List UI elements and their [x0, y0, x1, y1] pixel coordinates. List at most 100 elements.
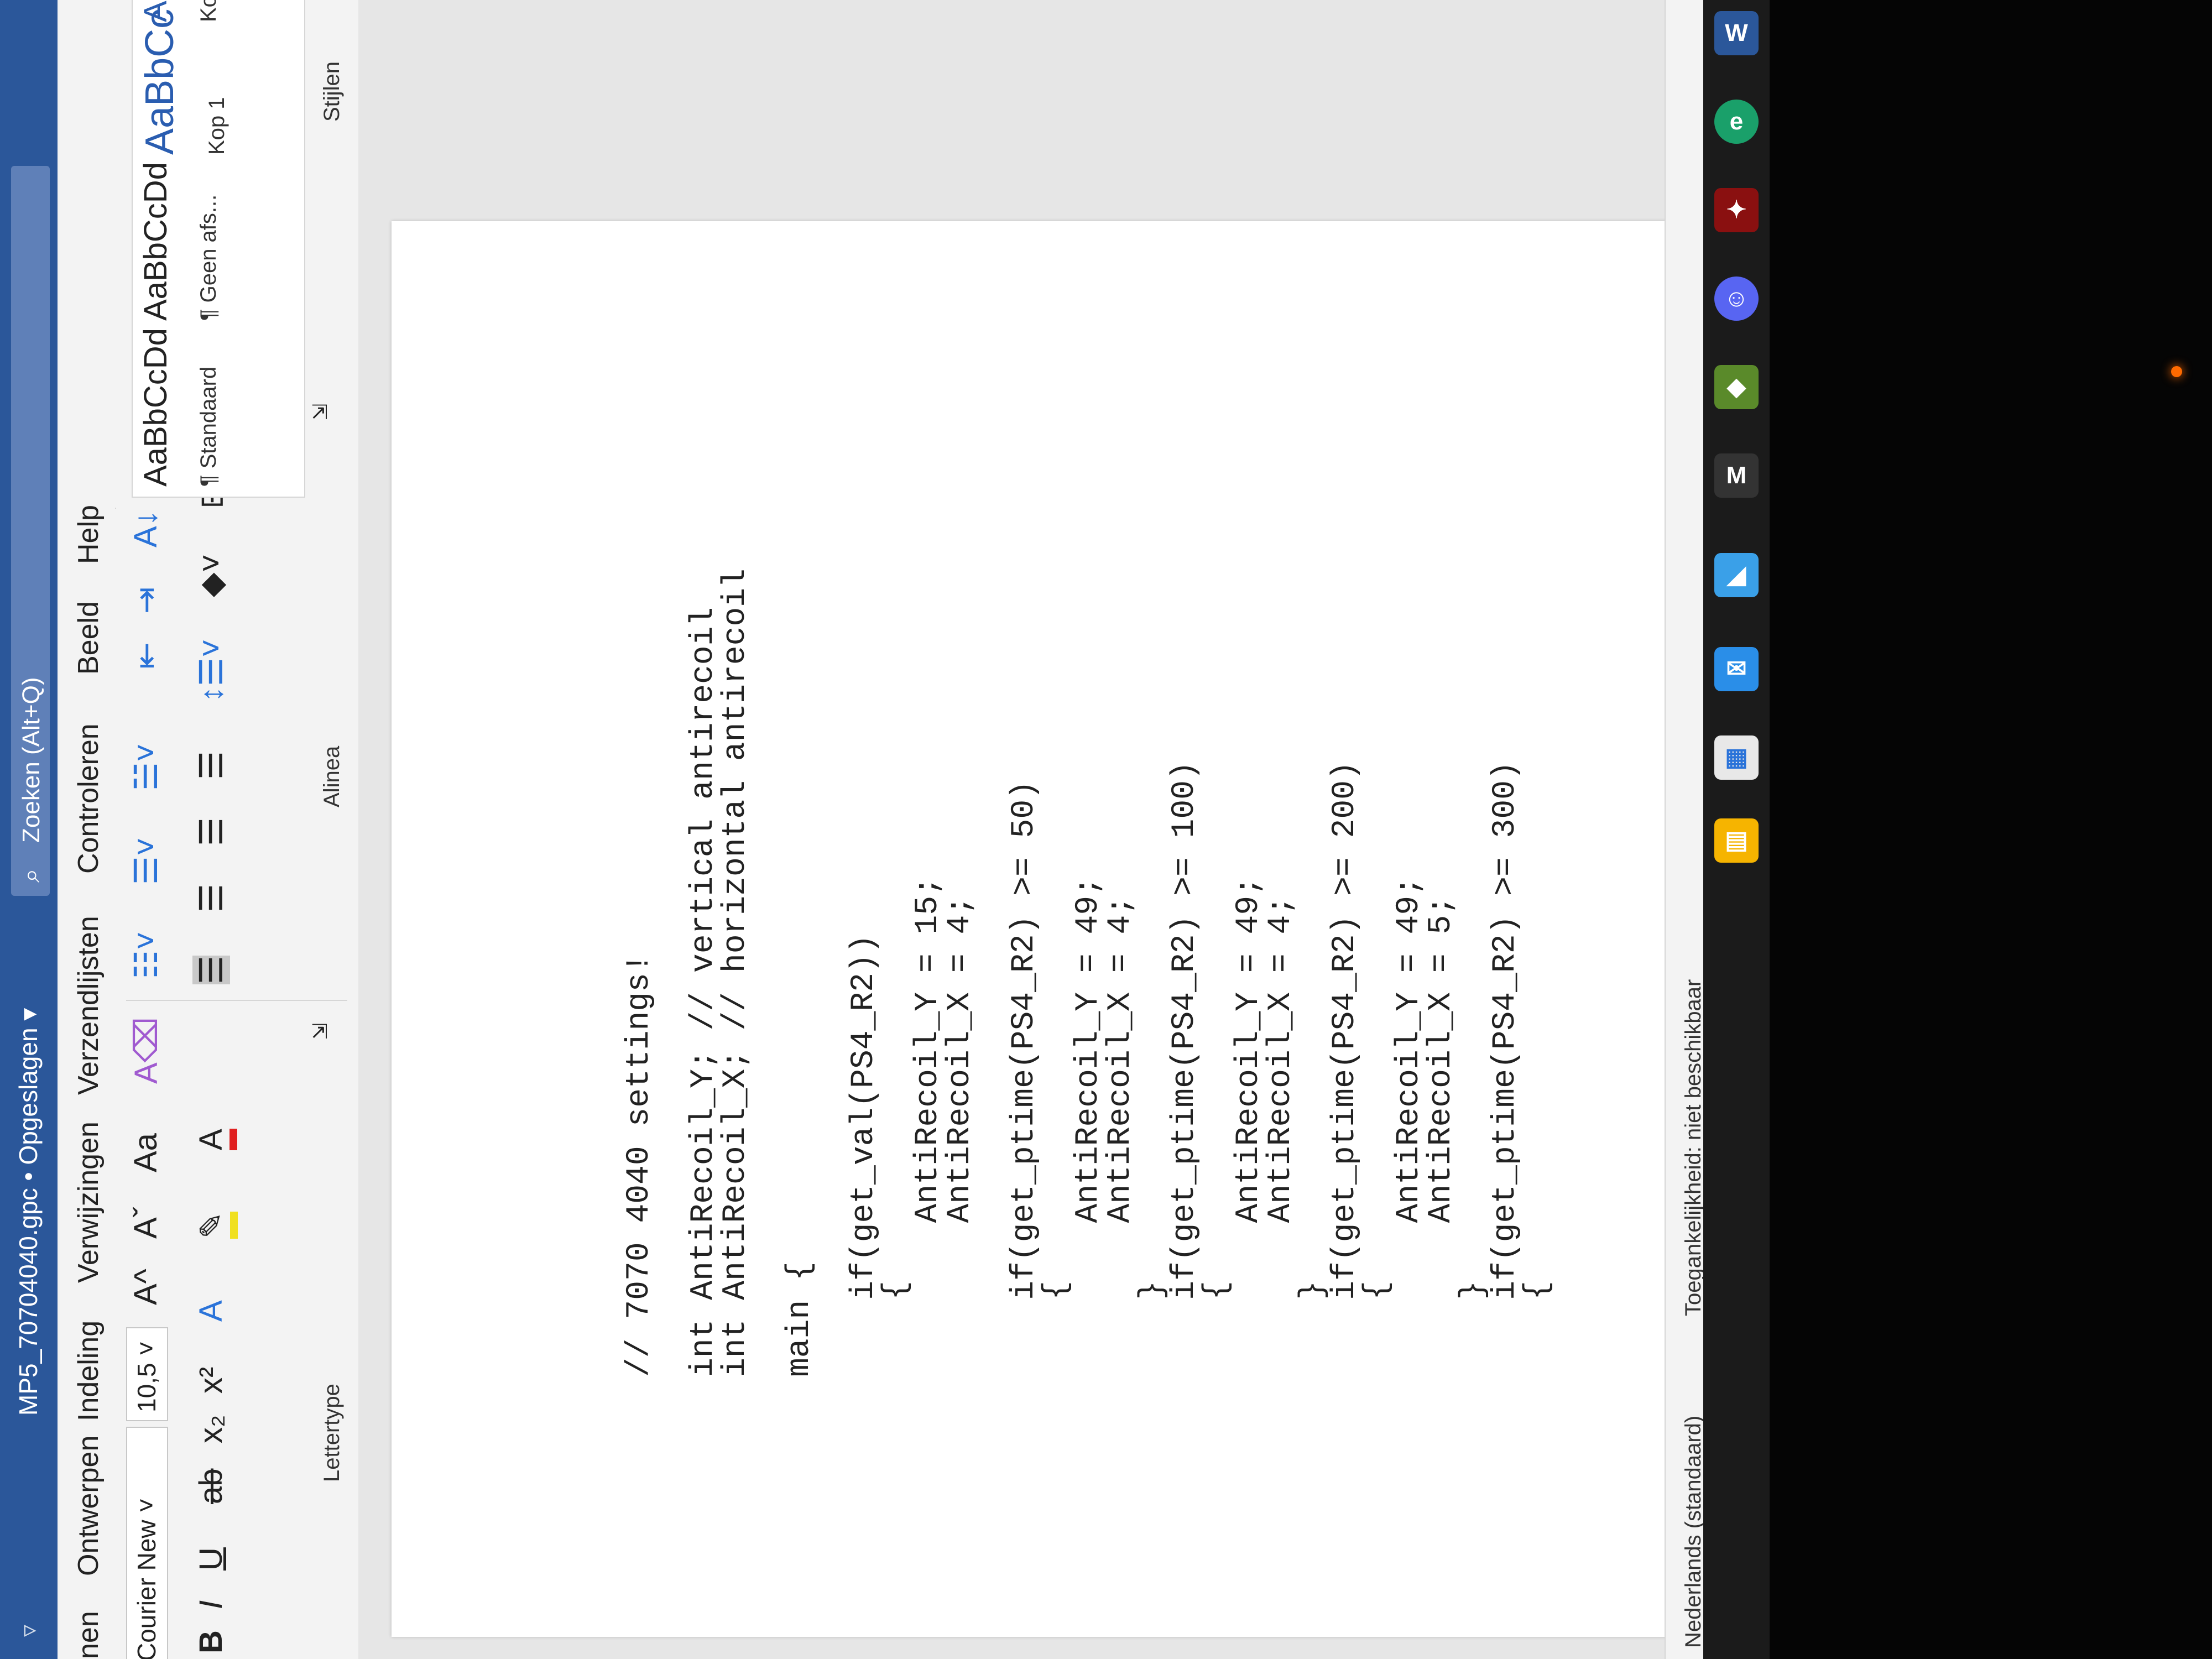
tab-help[interactable]: Help: [72, 505, 105, 564]
code-line[interactable]: if(get_ptime(PS4_R2) >= 100): [1167, 568, 1203, 1377]
superscript-button[interactable]: x²: [192, 1367, 229, 1394]
document-title[interactable]: MP5_70704040.gpc • Opgeslagen ▾: [13, 1008, 43, 1416]
mail-icon[interactable]: ✉: [1714, 647, 1759, 691]
decrease-indent-icon[interactable]: ⇤: [127, 642, 165, 669]
style-geen-afstand[interactable]: AaBbCcDd ¶ Geen afs...: [137, 162, 298, 321]
monitor-screen: ▿ MP5_70704040.gpc • Opgeslagen ▾ ⌕ Zoek…: [0, 0, 1725, 1659]
app-icon[interactable]: ◢: [1714, 553, 1759, 597]
code-line[interactable]: {: [1199, 568, 1235, 1377]
title-bar: ▿ MP5_70704040.gpc • Opgeslagen ▾ ⌕ Zoek…: [0, 0, 58, 1659]
tab-verwijzingen[interactable]: Verwijzingen: [72, 1121, 105, 1283]
shading-icon[interactable]: ◆˅: [192, 554, 230, 597]
code-line[interactable]: AntiRecoil_Y = 49;: [1071, 568, 1107, 1377]
code-line[interactable]: [977, 568, 1009, 1377]
search-box[interactable]: ⌕ Zoeken (Alt+Q): [11, 166, 50, 896]
ribbon-tabs: nen Ontwerpen Indeling Verwijzingen Verz…: [58, 0, 115, 1659]
code-line[interactable]: AntiRecoil_Y = 15;: [910, 568, 946, 1377]
code-line[interactable]: if(get_ptime(PS4_R2) >= 200): [1327, 568, 1363, 1377]
style-label: Kop: [196, 0, 221, 22]
shrink-font-button[interactable]: Aˇ: [127, 1207, 164, 1239]
clear-formatting-icon[interactable]: A⌫: [127, 1017, 165, 1084]
strikethrough-button[interactable]: ab: [192, 1468, 229, 1504]
multilevel-list-icon[interactable]: ☱˅: [127, 743, 165, 791]
code-line[interactable]: {: [1359, 568, 1395, 1377]
code-line[interactable]: }: [1135, 568, 1171, 1377]
line-spacing-icon[interactable]: ↕☰˅: [192, 639, 230, 702]
store-icon[interactable]: ▦: [1714, 735, 1759, 780]
grow-font-button[interactable]: A^: [127, 1269, 164, 1305]
code-line[interactable]: // 7070 4040 settings!: [622, 568, 658, 1377]
code-line[interactable]: [816, 568, 848, 1377]
tab-beeld[interactable]: Beeld: [72, 601, 105, 675]
game-app-icon[interactable]: ✦: [1714, 188, 1759, 232]
code-line[interactable]: main {: [782, 568, 818, 1377]
style-preview: AaBbCcDd: [138, 162, 174, 321]
accessibility-status[interactable]: Toegankelijkheid: niet beschikbaar: [1681, 979, 1706, 1316]
code-line[interactable]: }: [1455, 568, 1491, 1377]
search-icon: ⌕: [16, 868, 45, 883]
document-text[interactable]: // 7070 4040 settings! int AntiRecoil_Y;…: [622, 568, 1556, 1377]
code-line[interactable]: AntiRecoil_Y = 49;: [1391, 568, 1427, 1377]
minecraft-icon[interactable]: ◆: [1714, 365, 1759, 409]
tab-start[interactable]: nen: [72, 1611, 105, 1659]
tab-verzendlijsten[interactable]: Verzendlijsten: [72, 916, 105, 1095]
discord-icon[interactable]: ☺: [1714, 276, 1759, 321]
style-kop[interactable]: AaBb Kop: [137, 0, 298, 22]
font-name-value: Courier New: [132, 1520, 161, 1659]
paragraph-dialog-launcher-icon[interactable]: ⇲: [309, 404, 332, 420]
tab-controleren[interactable]: Controleren: [72, 723, 105, 874]
code-line[interactable]: {: [1039, 568, 1074, 1377]
code-line[interactable]: }: [1295, 568, 1331, 1377]
italic-button[interactable]: I: [192, 1600, 229, 1609]
group-paragraph-label: Alinea: [320, 745, 344, 807]
code-line[interactable]: {: [878, 568, 914, 1377]
style-kop-1[interactable]: AaBbCc Kop 1: [137, 9, 298, 155]
code-line[interactable]: int AntiRecoil_Y; // vertical antirecoil: [686, 568, 722, 1377]
code-line[interactable]: [656, 568, 688, 1377]
word-icon[interactable]: W: [1714, 11, 1759, 55]
tab-ontwerpen[interactable]: Ontwerpen: [72, 1436, 105, 1576]
align-right-icon[interactable]: ☰: [192, 817, 230, 846]
bm-app-icon[interactable]: M: [1714, 453, 1759, 498]
language-status[interactable]: Nederlands (standaard): [1681, 1416, 1706, 1648]
justify-icon[interactable]: ☰: [192, 751, 230, 780]
quick-access-icon[interactable]: ▿: [14, 1625, 43, 1637]
file-explorer-icon[interactable]: ▤: [1714, 818, 1759, 863]
align-left-icon[interactable]: ☰: [192, 956, 230, 984]
code-line[interactable]: int AntiRecoil_X; // horizontal antireco…: [718, 568, 754, 1377]
code-line[interactable]: AntiRecoil_X = 4;: [1263, 568, 1299, 1377]
highlight-icon[interactable]: ✎: [192, 1212, 238, 1239]
font-color-button[interactable]: A: [192, 1129, 237, 1150]
document-page[interactable]: // 7070 4040 settings! int AntiRecoil_Y;…: [392, 221, 1719, 1637]
code-line[interactable]: [752, 568, 784, 1377]
photo-frame: ▿ MP5_70704040.gpc • Opgeslagen ▾ ⌕ Zoek…: [0, 0, 2212, 1659]
style-standaard[interactable]: AaBbCcDd ¶ Standaard: [137, 328, 298, 487]
code-line[interactable]: AntiRecoil_X = 4;: [942, 568, 978, 1377]
tab-indeling[interactable]: Indeling: [72, 1321, 105, 1421]
edge-icon[interactable]: e: [1714, 100, 1759, 144]
code-line[interactable]: AntiRecoil_X = 5;: [1423, 568, 1459, 1377]
underline-button[interactable]: U: [192, 1547, 229, 1571]
search-placeholder: Zoeken (Alt+Q): [18, 677, 45, 843]
bold-button[interactable]: B: [192, 1630, 229, 1653]
code-line[interactable]: if(get_val(PS4_R2)): [846, 568, 882, 1377]
code-line[interactable]: if(get_ptime(PS4_R2) >= 300): [1488, 568, 1524, 1377]
code-line[interactable]: {: [1520, 568, 1556, 1377]
sort-icon[interactable]: A↓: [127, 510, 164, 547]
increase-indent-icon[interactable]: ⇥: [127, 587, 165, 614]
code-line[interactable]: AntiRecoil_X = 4;: [1103, 568, 1139, 1377]
font-size-select[interactable]: 10,5 ˅: [126, 1327, 168, 1421]
change-case-button[interactable]: Aa: [127, 1133, 164, 1172]
align-center-icon[interactable]: ☰: [192, 884, 230, 912]
code-line[interactable]: if(get_ptime(PS4_R2) >= 50): [1006, 568, 1042, 1377]
text-effects-button[interactable]: A: [192, 1300, 229, 1322]
bullets-icon[interactable]: ☷˅: [127, 931, 165, 979]
font-dialog-launcher-icon[interactable]: ⇲: [309, 1023, 332, 1040]
document-area: // 7070 4040 settings! int AntiRecoil_Y;…: [358, 0, 1719, 1659]
subscript-button[interactable]: x₂: [192, 1415, 229, 1443]
code-line[interactable]: AntiRecoil_Y = 49;: [1231, 568, 1267, 1377]
numbering-icon[interactable]: ☰˅: [127, 837, 165, 885]
ribbon: Courier New ˅ 10,5 ˅ A^ Aˇ Aa A⌫ B I U a…: [115, 0, 359, 1659]
font-name-select[interactable]: Courier New ˅: [126, 1427, 168, 1659]
style-label: ¶ Standaard: [196, 366, 221, 487]
